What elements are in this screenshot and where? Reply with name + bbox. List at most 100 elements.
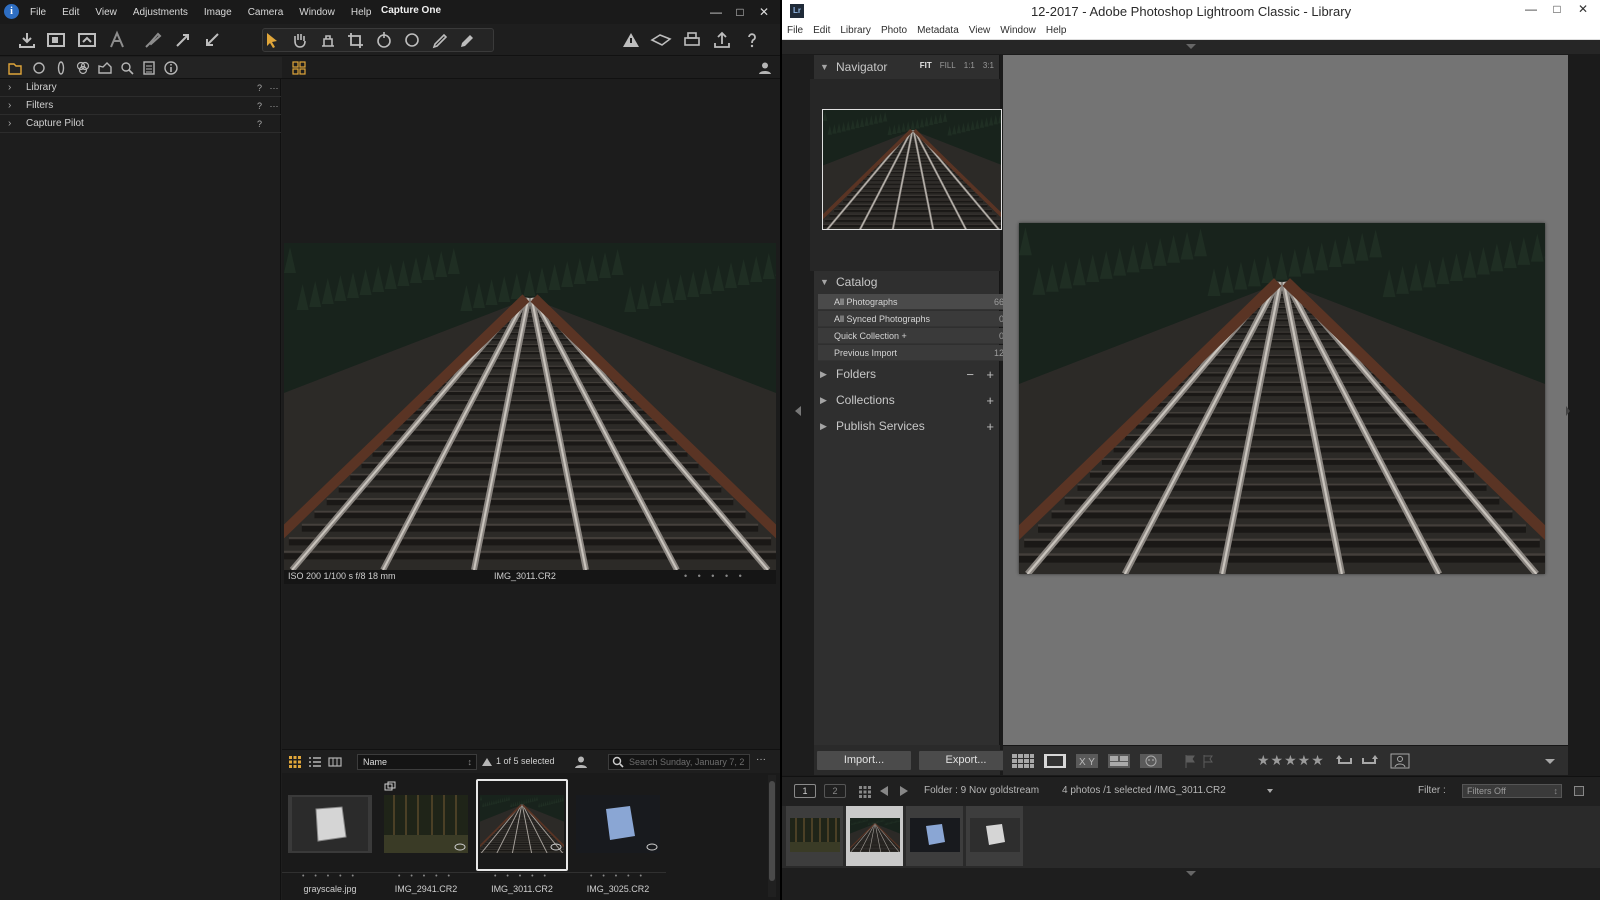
catalog-previous-import[interactable]: Previous Import 12 <box>818 345 1010 361</box>
previous-arrow-icon[interactable] <box>878 785 890 797</box>
c1-menu-file[interactable]: File <box>22 7 54 18</box>
panel-help-icon[interactable]: ? <box>257 101 267 111</box>
thumbnail-img-2941[interactable]: • • • • • IMG_2941.CR2 <box>378 777 474 897</box>
catalog-all-synced[interactable]: All Synced Photographs 0 <box>818 311 1010 327</box>
close-button[interactable]: ✕ <box>1570 0 1596 20</box>
minimize-button[interactable]: — <box>704 2 728 22</box>
library-tab-folder-icon[interactable] <box>7 60 23 76</box>
add-publish-service-icon[interactable]: + <box>986 419 994 434</box>
capture-tab-icon[interactable] <box>31 60 47 76</box>
import-icon[interactable] <box>16 30 38 50</box>
exposure-warning-icon[interactable] <box>620 30 642 50</box>
filmstrip-thumb-grayscale[interactable] <box>966 806 1024 866</box>
star-rating[interactable]: ★★★★★ <box>1257 752 1325 769</box>
maximize-button[interactable]: □ <box>1544 0 1570 20</box>
lr-menu-metadata[interactable]: Metadata <box>912 22 964 39</box>
lr-top-panel-toggle[interactable] <box>782 40 1600 54</box>
sort-ascending-icon[interactable] <box>481 756 493 768</box>
remove-folder-icon[interactable]: − <box>966 367 974 382</box>
catalog-quick-collection[interactable]: Quick Collection + 0 <box>818 328 1010 344</box>
sort-select[interactable]: Name ↕ <box>357 754 477 770</box>
text-icon[interactable] <box>106 30 128 50</box>
publish-services-header[interactable]: ▶ Publish Services + <box>814 414 1000 438</box>
metadata-tab-icon[interactable] <box>163 60 179 76</box>
details-tab-icon[interactable] <box>119 60 135 76</box>
c1-menu-camera[interactable]: Camera <box>240 7 292 18</box>
capture-icon[interactable] <box>45 30 67 50</box>
rotate-left-icon[interactable] <box>1335 753 1355 769</box>
lens-tab-icon[interactable] <box>53 60 69 76</box>
grid-view-icon[interactable] <box>1011 753 1037 769</box>
filmstrip-thumb-img-3025[interactable] <box>906 806 964 866</box>
panel-help-icon[interactable]: ? <box>257 83 267 93</box>
filmstrip-view-icon[interactable] <box>328 755 342 769</box>
lr-menu-help[interactable]: Help <box>1041 22 1072 39</box>
export-button[interactable]: Export... <box>918 750 1014 771</box>
c1-menu-edit[interactable]: Edit <box>54 7 87 18</box>
grid-icon[interactable] <box>858 785 872 799</box>
list-view-icon[interactable] <box>308 755 322 769</box>
maximize-button[interactable]: □ <box>728 2 752 22</box>
lr-menu-window[interactable]: Window <box>995 22 1041 39</box>
loupe-view-icon[interactable] <box>1043 753 1069 769</box>
thumbnail-img-3011-selected[interactable]: • • • • • IMG_3011.CR2 <box>474 777 570 897</box>
toolbar-options-chevron-icon[interactable] <box>1543 753 1559 769</box>
filmstrip-thumb-img-2941[interactable] <box>786 806 844 866</box>
browser-more-icon[interactable]: ··· <box>756 754 766 765</box>
navigator-thumbnail[interactable] <box>822 109 1002 230</box>
process-icon[interactable] <box>76 30 98 50</box>
zoom-fill[interactable]: FILL <box>940 61 956 70</box>
panel-capture-pilot[interactable]: › Capture Pilot ? <box>0 115 281 133</box>
grid-view-icon[interactable] <box>292 61 306 75</box>
c1-menu-view[interactable]: View <box>87 7 125 18</box>
lr-bottom-panel-toggle[interactable] <box>782 868 1600 900</box>
user-filter-icon[interactable] <box>574 755 588 769</box>
grid-thumbs-icon[interactable] <box>288 755 302 769</box>
rotate-icon[interactable] <box>373 30 395 50</box>
lr-menu-library[interactable]: Library <box>835 22 876 39</box>
collections-header[interactable]: ▶ Collections + <box>814 388 1000 412</box>
panel-more-icon[interactable]: ··· <box>267 83 281 93</box>
pan-hand-icon[interactable] <box>289 30 311 50</box>
select-cursor-icon[interactable] <box>261 30 283 50</box>
catalog-header[interactable]: ▼ Catalog <box>814 270 1000 294</box>
panel-filters[interactable]: › Filters ? ··· <box>0 97 281 115</box>
c1-menu-help[interactable]: Help <box>343 7 380 18</box>
add-folder-icon[interactable]: + <box>986 367 994 382</box>
import-button[interactable]: Import... <box>816 750 912 771</box>
filmstrip-count[interactable]: 4 photos /1 selected /IMG_3011.CR2 <box>1062 785 1226 796</box>
crop-icon[interactable] <box>345 30 367 50</box>
lr-menu-photo[interactable]: Photo <box>876 22 912 39</box>
color-tab-icon[interactable] <box>75 60 91 76</box>
navigator-preview[interactable] <box>810 79 1002 271</box>
draw-mask-icon[interactable] <box>457 30 479 50</box>
survey-view-icon[interactable] <box>1107 753 1133 769</box>
lr-menu-file[interactable]: File <box>782 22 808 39</box>
share-icon[interactable] <box>711 30 733 50</box>
count-dropdown-chevron-icon[interactable] <box>1266 788 1274 794</box>
scrollbar-thumb[interactable] <box>769 781 775 881</box>
secondary-window-2[interactable]: 2 <box>824 784 846 798</box>
flag-reject-icon[interactable] <box>1201 753 1217 769</box>
proof-icon[interactable] <box>650 30 672 50</box>
thumbnail-img-3025[interactable]: • • • • • IMG_3025.CR2 <box>570 777 666 897</box>
c1-menu-adjustments[interactable]: Adjustments <box>125 7 196 18</box>
zoom-1-1[interactable]: 1:1 <box>964 61 975 70</box>
loupe-icon[interactable] <box>317 30 339 50</box>
output-tab-icon[interactable] <box>141 60 157 76</box>
brush-icon[interactable] <box>142 30 164 50</box>
panel-help-icon[interactable]: ? <box>257 119 267 129</box>
print-icon[interactable] <box>681 30 703 50</box>
search-input[interactable]: Search Sunday, January 7, 2 <box>608 754 750 770</box>
browser-scrollbar[interactable] <box>768 775 776 897</box>
catalog-all-photographs[interactable]: All Photographs 66 <box>818 294 1010 310</box>
crop-overlay-icon[interactable] <box>1389 753 1411 769</box>
rotate-right-icon[interactable] <box>1359 753 1379 769</box>
help-icon[interactable] <box>741 30 763 50</box>
flag-pick-icon[interactable] <box>1183 753 1199 769</box>
filmstrip-thumb-img-3011-selected[interactable] <box>846 806 904 866</box>
add-collection-icon[interactable]: + <box>986 393 994 408</box>
minimize-button[interactable]: — <box>1518 0 1544 20</box>
panel-more-icon[interactable]: ··· <box>267 101 281 111</box>
navigator-header[interactable]: ▼ Navigator FIT FILL 1:1 3:1 <box>814 55 1000 79</box>
